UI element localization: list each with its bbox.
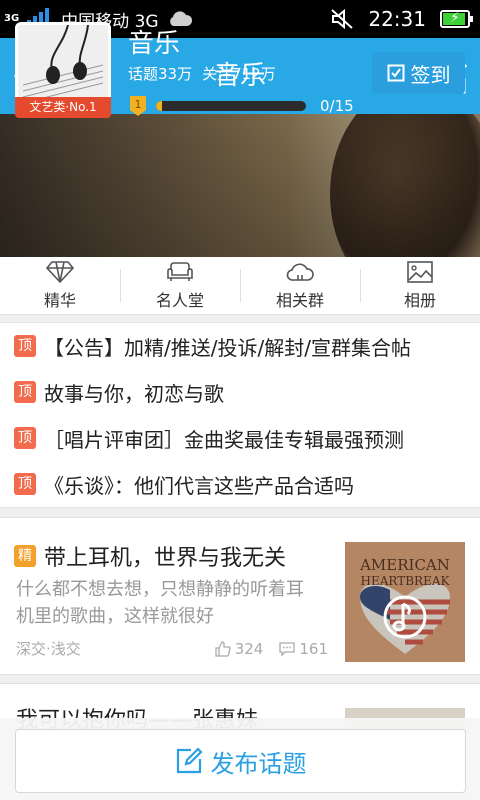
featured-badge: 精 <box>14 545 36 567</box>
post-title: 带上耳机，世界与我无关 <box>44 546 287 571</box>
clock: 22:31 <box>368 7 426 31</box>
checkbox-icon <box>387 64 404 82</box>
feature-label: 名人堂 <box>155 291 204 310</box>
comment-button[interactable]: 161 <box>279 640 328 658</box>
post-meta: 深交·浅交 324 161 <box>16 638 328 659</box>
pin-badge: 顶 <box>14 335 36 357</box>
thumbs-up-icon <box>215 640 231 657</box>
pinned-title: 《乐谈》：他们代言这些产品合适吗 <box>44 473 354 498</box>
group-header <box>0 114 480 257</box>
pin-badge: 顶 <box>14 381 36 403</box>
comment-icon <box>279 641 296 657</box>
pinned-item[interactable]: 顶 《乐谈》：他们代言这些产品合适吗 <box>0 461 480 507</box>
level-number: 1 <box>135 98 142 111</box>
diamond-icon <box>46 261 74 284</box>
post-summary: 什么都不想去想，只想静静的听着耳机里的歌曲，这样就很好 <box>16 579 304 627</box>
pinned-title: ［唱片评审团］金曲奖最佳专辑最强预测 <box>44 427 404 452</box>
thumbnail-text-bottom: HEARTBREAK <box>361 574 451 588</box>
group-name: 音乐 <box>128 29 181 59</box>
post-author[interactable]: 深交·浅交 <box>16 638 199 659</box>
level-progress-bar <box>156 101 306 111</box>
mute-icon <box>331 8 354 30</box>
pinned-item[interactable]: 顶 【公告】加精/推送/投诉/解封/宣群集合帖 <box>0 323 480 369</box>
level-row: 1 0/15 <box>128 94 354 118</box>
feature-bar: 精华 名人堂 相关群 相册 <box>0 257 480 315</box>
like-count: 324 <box>234 639 264 658</box>
pinned-list: 顶 【公告】加精/推送/投诉/解封/宣群集合帖 顶 故事与你，初恋与歌 顶 ［唱… <box>0 322 480 508</box>
feature-label: 精华 <box>43 291 76 310</box>
level-progress-text: 0/15 <box>320 97 354 115</box>
pinned-title: 【公告】加精/推送/投诉/解封/宣群集合帖 <box>44 335 411 360</box>
publish-topic-label: 发布话题 <box>210 749 307 778</box>
checkin-label: 签到 <box>410 62 451 87</box>
pin-badge: 顶 <box>14 427 36 449</box>
followers-count: 关注712万 <box>202 65 276 83</box>
rank-tag: 文艺类·No.1 <box>15 97 111 118</box>
comment-count: 161 <box>299 639 328 658</box>
pinned-title: 故事与你，初恋与歌 <box>44 381 224 406</box>
sofa-icon <box>167 262 193 281</box>
feature-hall-of-fame[interactable]: 名人堂 <box>120 257 240 314</box>
feature-label: 相册 <box>403 291 436 310</box>
post-thumbnail[interactable]: AMERICAN HEARTBREAK <box>345 542 465 662</box>
like-button[interactable]: 324 <box>215 639 264 658</box>
battery-charging-icon: ⚡ <box>440 10 473 28</box>
publish-topic-button[interactable]: 发布话题 <box>15 729 466 793</box>
pin-badge: 顶 <box>14 473 36 495</box>
feature-highlights[interactable]: 精华 <box>0 257 120 314</box>
pinned-item[interactable]: 顶 故事与你，初恋与歌 <box>0 369 480 415</box>
group-stats: 话题33万 关注712万 <box>128 63 276 84</box>
checkin-button[interactable]: 签到 <box>372 52 465 94</box>
thumbnail-text-top: AMERICAN <box>359 556 450 574</box>
edit-icon <box>176 747 203 774</box>
picture-icon <box>407 261 433 283</box>
feature-label: 相关群 <box>275 291 324 310</box>
feature-album[interactable]: 相册 <box>360 257 480 314</box>
pinned-item[interactable]: 顶 ［唱片评审团］金曲奖最佳专辑最强预测 <box>0 415 480 461</box>
cloud-group-icon <box>286 263 314 281</box>
level-badge-icon: 1 <box>130 96 146 116</box>
post-card[interactable]: 精 带上耳机，世界与我无关 什么都不想去想，只想静静的听着耳机里的歌曲，这样就很… <box>0 517 480 675</box>
feature-related-groups[interactable]: 相关群 <box>240 257 360 314</box>
topics-count: 话题33万 <box>128 65 193 83</box>
